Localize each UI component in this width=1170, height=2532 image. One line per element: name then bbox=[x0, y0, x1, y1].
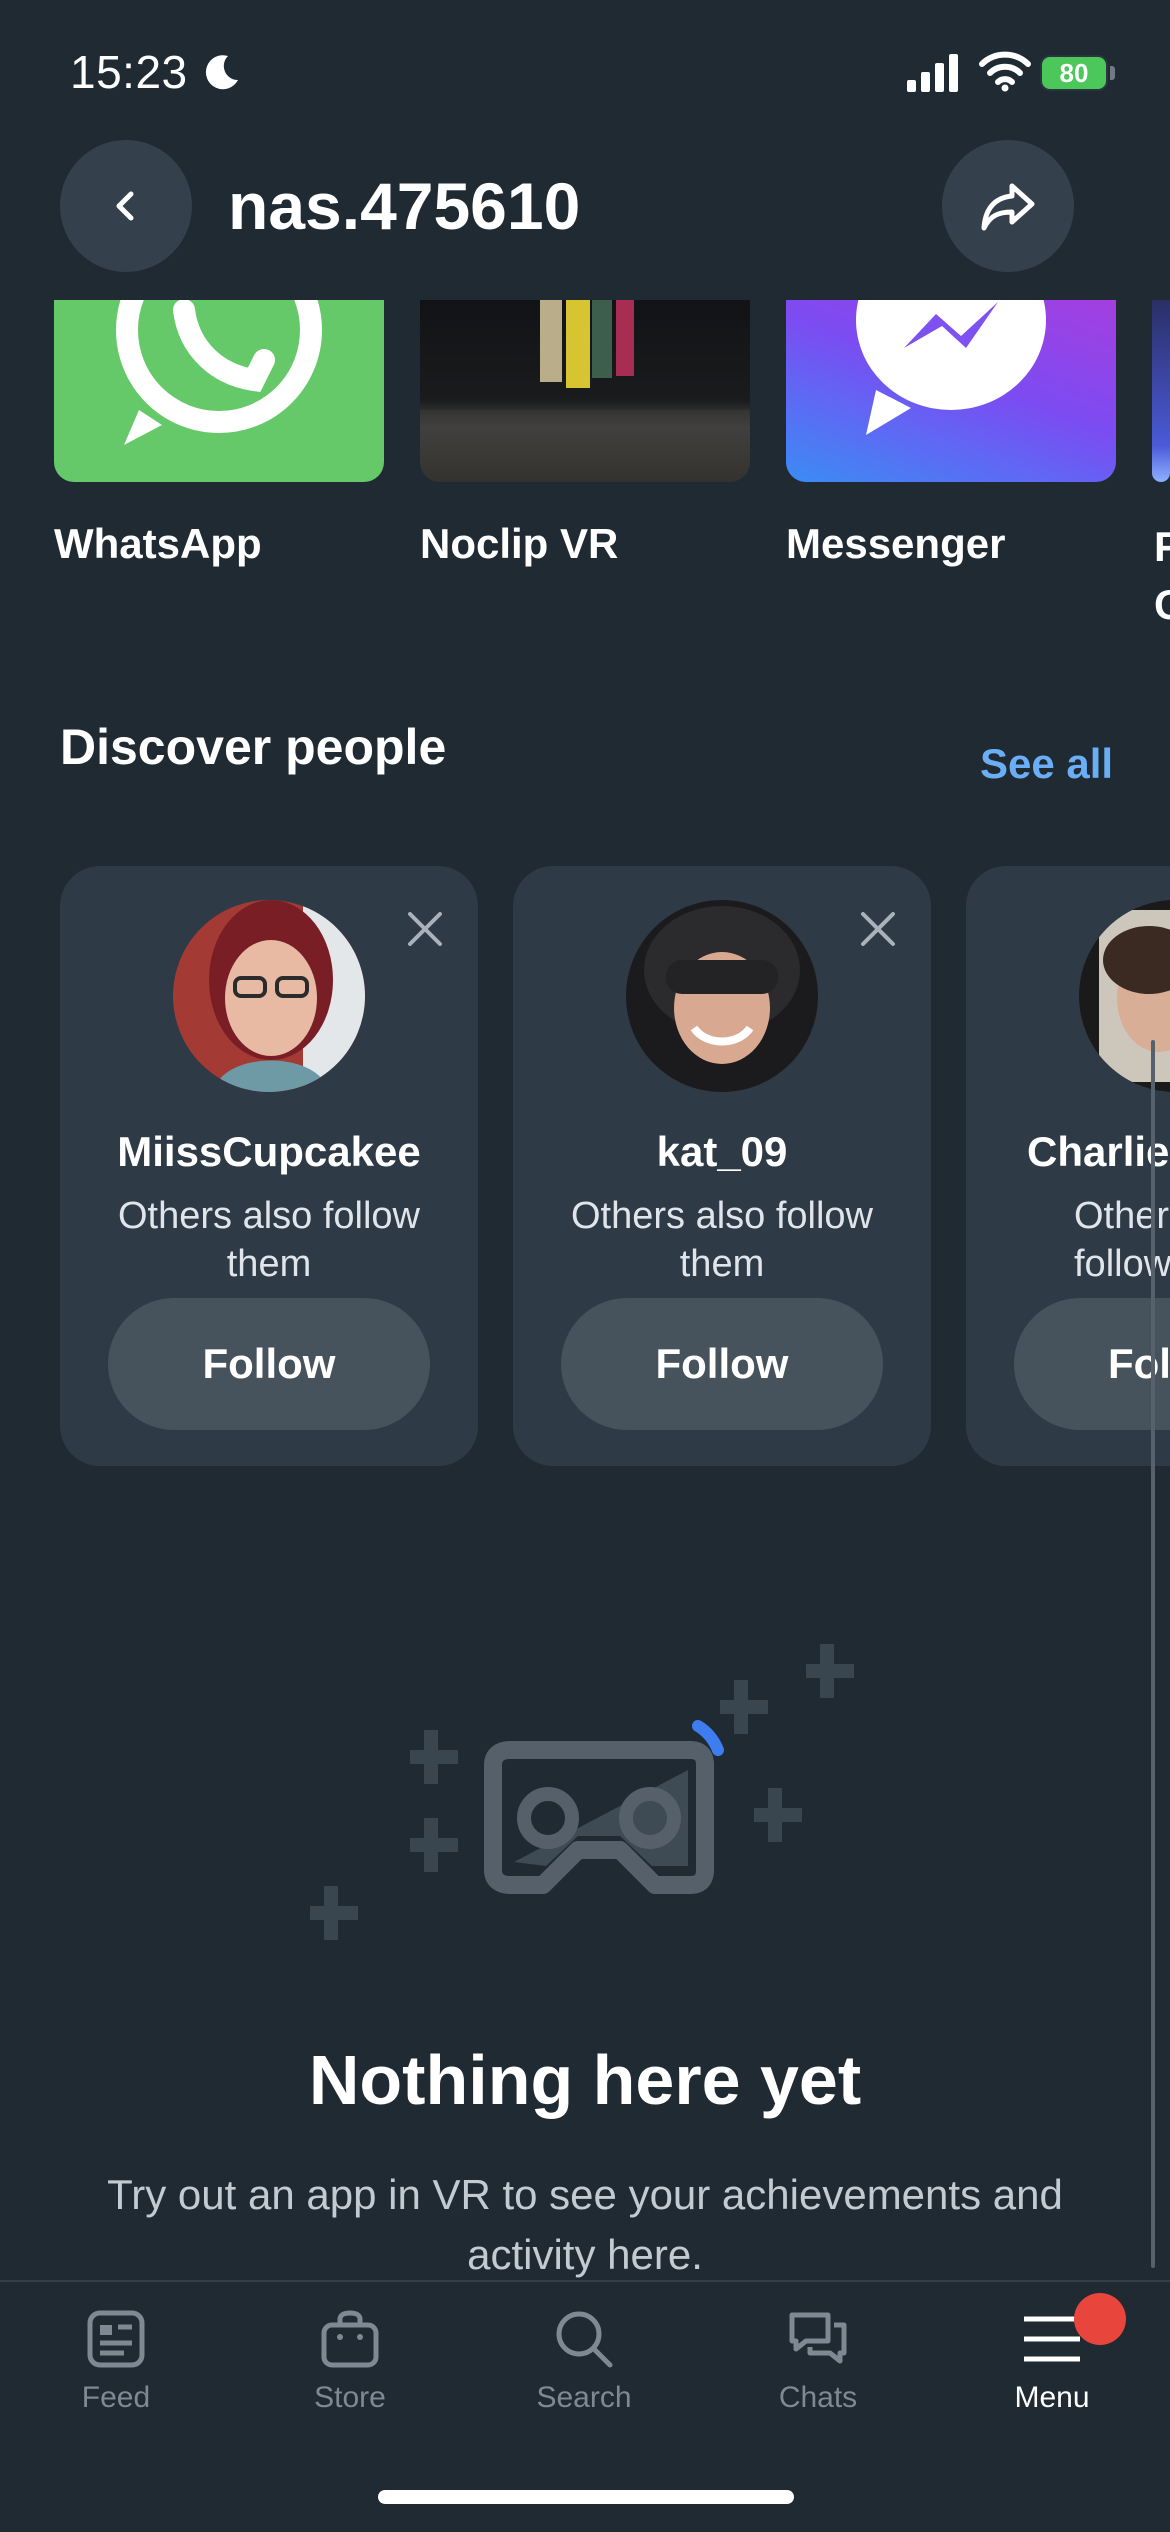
wifi-icon bbox=[979, 51, 1031, 92]
back-button[interactable] bbox=[60, 140, 192, 272]
battery-level: 80 bbox=[1059, 57, 1089, 88]
scrollbar[interactable] bbox=[1151, 1040, 1155, 2268]
search-icon bbox=[556, 2311, 613, 2368]
person-name: kat_09 bbox=[656, 1128, 788, 1175]
tab-label: Feed bbox=[81, 2381, 151, 2414]
dismiss-icon[interactable] bbox=[402, 906, 448, 952]
tab-label: Menu bbox=[1014, 2381, 1090, 2414]
avatar-photo bbox=[626, 900, 818, 1092]
follow-button[interactable]: Follow bbox=[108, 1298, 430, 1430]
share-icon bbox=[981, 183, 1035, 231]
app-tile-noclip-vr[interactable] bbox=[420, 300, 750, 482]
discover-people-title: Discover people bbox=[60, 719, 447, 775]
avatar[interactable] bbox=[173, 900, 365, 1092]
tab-label: Store bbox=[314, 2381, 386, 2414]
see-all-link[interactable]: See all bbox=[980, 740, 1113, 788]
tab-feed[interactable]: Feed bbox=[26, 2307, 206, 2415]
chats-icon bbox=[789, 2312, 847, 2364]
person-subtitle: Others also follow them bbox=[117, 1195, 420, 1285]
feed-icon bbox=[87, 2310, 145, 2368]
app-label-messenger: Messenger bbox=[786, 520, 1006, 567]
person-subtitle: Others also follow them bbox=[570, 1195, 873, 1285]
tab-label: Search bbox=[536, 2381, 632, 2414]
moon-icon bbox=[205, 55, 238, 90]
person-card-partial[interactable]: Charlie Others also follow them Follow bbox=[966, 866, 1170, 1466]
app-label-noclip-vr: Noclip VR bbox=[420, 520, 619, 567]
tab-store[interactable]: Store bbox=[260, 2307, 440, 2415]
empty-state-description: Try out an app in VR to see your achieve… bbox=[107, 2171, 1063, 2278]
app-tile-messenger[interactable] bbox=[786, 300, 1116, 482]
app-tile-whatsapp[interactable] bbox=[54, 300, 384, 482]
avatar[interactable] bbox=[1079, 900, 1170, 1092]
noclip-characters-image bbox=[420, 300, 750, 482]
dismiss-icon[interactable] bbox=[855, 906, 901, 952]
home-indicator[interactable] bbox=[378, 2490, 794, 2504]
page-title: nas.475610 bbox=[228, 169, 581, 243]
person-name: Charlie bbox=[1027, 1128, 1170, 1175]
empty-state-title: Nothing here yet bbox=[308, 2041, 862, 2119]
status-time: 15:23 bbox=[70, 46, 188, 98]
chevron-left-icon bbox=[116, 191, 134, 221]
avatar-photo bbox=[173, 900, 365, 1092]
battery-tip bbox=[1110, 66, 1115, 80]
messenger-logo-icon bbox=[856, 300, 1046, 435]
tab-chats[interactable]: Chats bbox=[728, 2307, 908, 2415]
battery-indicator: 80 bbox=[1040, 55, 1108, 91]
share-button[interactable] bbox=[942, 140, 1074, 272]
store-icon bbox=[321, 2310, 379, 2368]
person-card[interactable]: MiissCupcakee Others also follow them Fo… bbox=[60, 866, 478, 1466]
person-subtitle: Others also follow them bbox=[1074, 1195, 1170, 1285]
person-card[interactable]: kat_09 Others also follow them Follow bbox=[513, 866, 931, 1466]
app-label-whatsapp: WhatsApp bbox=[54, 520, 262, 567]
tab-search[interactable]: Search bbox=[494, 2307, 674, 2415]
vr-headset-illustration-icon bbox=[310, 1644, 854, 1940]
person-name: MiissCupcakee bbox=[117, 1128, 421, 1175]
notification-badge bbox=[1074, 2293, 1126, 2345]
follow-button[interactable]: Follow bbox=[561, 1298, 883, 1430]
whatsapp-logo-icon bbox=[116, 300, 322, 445]
app-tile-partial[interactable] bbox=[1152, 300, 1170, 482]
avatar[interactable] bbox=[626, 900, 818, 1092]
tab-label: Chats bbox=[778, 2381, 858, 2414]
avatar-photo bbox=[1079, 900, 1170, 1092]
signal-icon bbox=[907, 54, 958, 92]
app-label-partial: F C bbox=[1154, 523, 1170, 628]
follow-button[interactable]: Follow bbox=[1014, 1298, 1170, 1430]
